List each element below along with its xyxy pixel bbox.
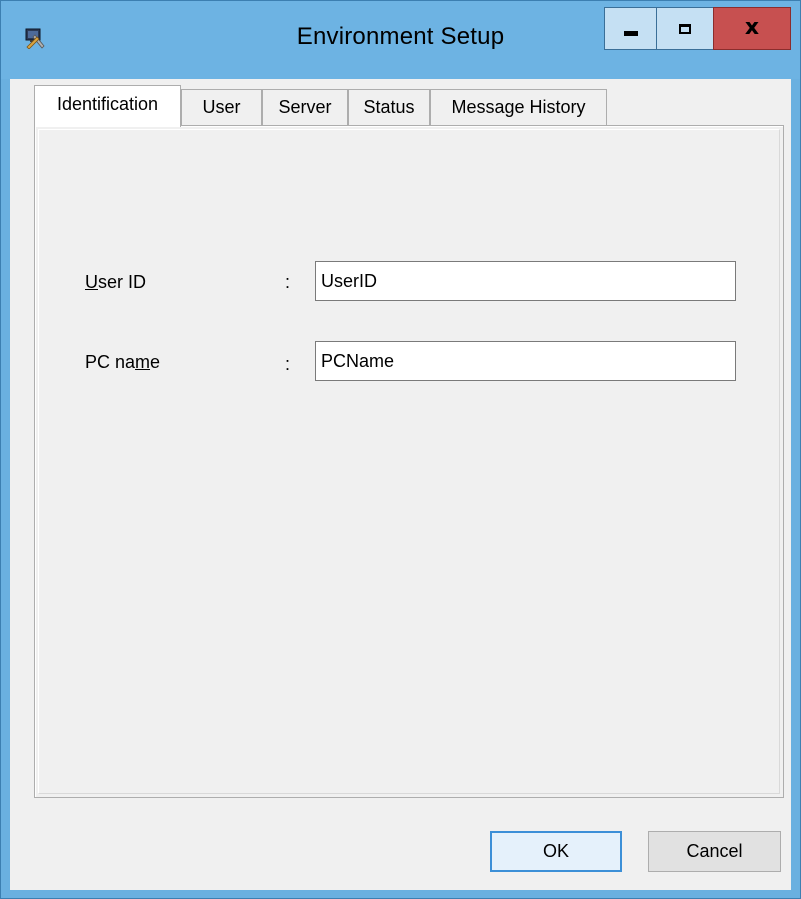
identification-panel: User ID : PC name : [34, 125, 784, 798]
user-id-mnemonic: U [85, 272, 98, 292]
pc-name-colon: : [285, 354, 291, 374]
panel-inner-border [38, 129, 780, 794]
tab-server[interactable]: Server [262, 89, 348, 125]
pc-name-mnemonic: m [135, 352, 151, 372]
tab-message-history[interactable]: Message History [430, 89, 607, 125]
maximize-icon [679, 23, 691, 34]
pc-name-label: PC name [85, 352, 160, 373]
tab-user[interactable]: User [181, 89, 262, 125]
user-id-label: User ID [85, 272, 146, 293]
dialog-client-area: Identification User Server Status Messag… [10, 79, 791, 890]
minimize-icon [623, 31, 638, 36]
environment-setup-window: Environment Setup x Identification User … [0, 0, 801, 899]
user-id-colon: : [285, 272, 291, 292]
user-id-field[interactable] [315, 261, 736, 301]
title-bar[interactable]: Environment Setup x [1, 1, 800, 79]
ok-button[interactable]: OK [490, 831, 622, 872]
tab-strip: Identification User Server Status Messag… [34, 85, 754, 127]
user-id-label-rest: ser ID [98, 272, 147, 292]
tab-status[interactable]: Status [348, 89, 430, 125]
tab-identification[interactable]: Identification [34, 85, 181, 127]
close-icon: x [744, 15, 760, 40]
pc-name-label-start: PC na [85, 352, 136, 372]
maximize-button[interactable] [656, 7, 713, 50]
cancel-button[interactable]: Cancel [648, 831, 781, 872]
close-button[interactable]: x [713, 7, 791, 50]
pc-name-label-end: e [150, 352, 161, 372]
pc-name-field[interactable] [315, 341, 736, 381]
minimize-button[interactable] [604, 7, 656, 50]
